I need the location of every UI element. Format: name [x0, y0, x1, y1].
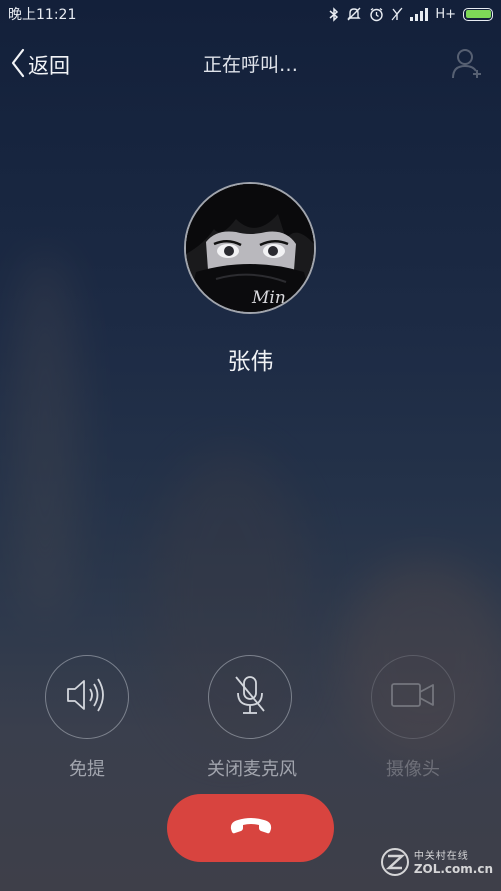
signal-bars-icon — [410, 7, 429, 21]
video-camera-icon — [389, 680, 437, 714]
battery-icon — [463, 7, 493, 21]
mute-button[interactable] — [208, 655, 292, 739]
speaker-control: 免提 — [44, 655, 130, 781]
caller-name: 张伟 — [227, 349, 274, 375]
avatar: Min — [184, 182, 316, 314]
call-header: 返回 正在呼叫… — [0, 40, 501, 88]
network-type: H+ — [435, 6, 456, 22]
add-contact-icon — [451, 49, 483, 84]
avatar-caption: Min — [252, 288, 286, 308]
alarm-icon — [369, 7, 384, 22]
battery-level — [465, 10, 491, 18]
status-time: 晚上11:21 — [8, 7, 77, 23]
speaker-button[interactable] — [45, 655, 129, 739]
call-status: 正在呼叫… — [202, 54, 298, 76]
watermark-text: 中关村在线 ZOL.com.cn — [414, 852, 493, 875]
mic-off-icon — [230, 673, 270, 721]
silent-icon — [346, 6, 362, 22]
bluetooth-icon — [329, 6, 339, 22]
camera-button[interactable] — [371, 655, 455, 739]
camera-label: 摄像头 — [386, 759, 440, 780]
speaker-label: 免提 — [69, 759, 105, 780]
status-icons: H+ — [329, 6, 493, 22]
background-blur — [10, 250, 80, 630]
call-screen: 晚上11:21 H+ 返回 正在呼叫… Min 张伟 免提 关闭麦克风 摄像头 … — [0, 0, 501, 891]
mute-label: 关闭麦克风 — [207, 759, 297, 780]
watermark: 中关村在线 ZOL.com.cn — [380, 847, 493, 881]
add-contact-button[interactable] — [451, 46, 483, 84]
camera-control: 摄像头 — [370, 655, 456, 781]
phone-hangup-icon — [228, 815, 274, 841]
no-signal-icon — [391, 7, 403, 21]
hangup-button[interactable] — [167, 794, 334, 862]
status-bar: 晚上11:21 H+ — [0, 0, 501, 28]
mute-control: 关闭麦克风 — [207, 655, 297, 781]
speaker-icon — [64, 675, 110, 719]
zol-logo-icon — [380, 847, 410, 881]
watermark-en: ZOL.com.cn — [413, 861, 493, 876]
